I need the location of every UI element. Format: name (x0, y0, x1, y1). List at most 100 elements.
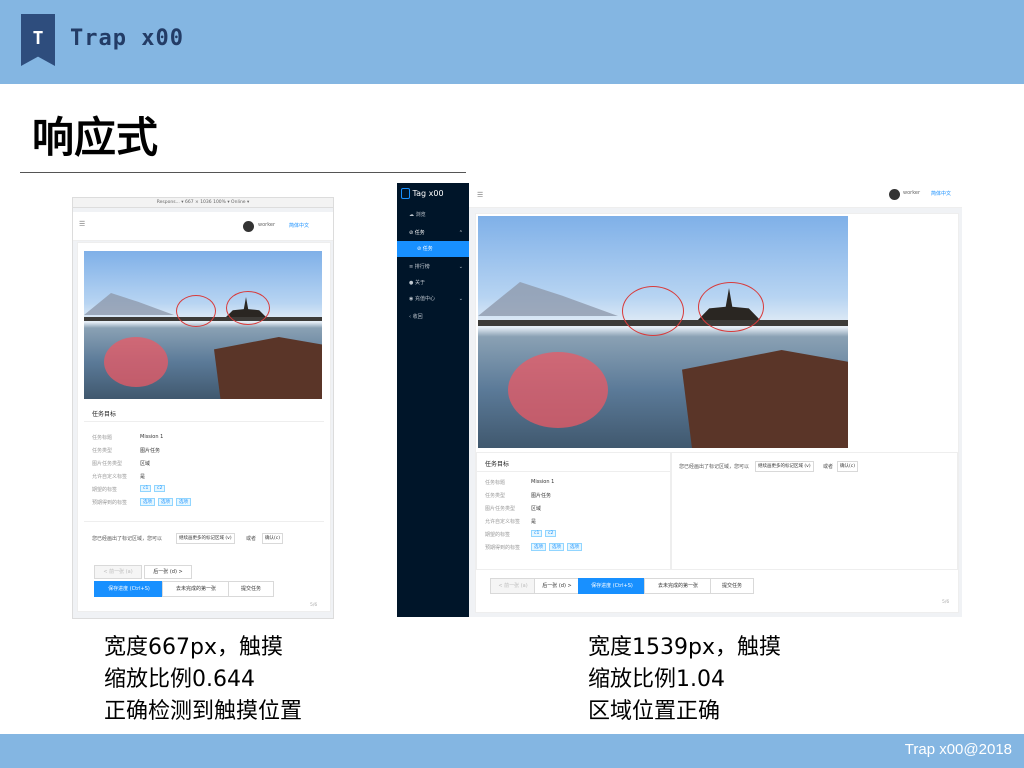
field-value: 区域 (531, 506, 542, 512)
save-progress-button[interactable]: 保存进度 (Ctrl+S) (578, 578, 646, 594)
drawn-outline[interactable] (176, 295, 216, 327)
drawn-outline[interactable] (698, 282, 764, 332)
prev-image-button[interactable]: < 前一张 (a) (94, 565, 142, 579)
app-name: Tag x00 (412, 189, 444, 198)
field-label: 任务标题 (485, 480, 506, 486)
task-image[interactable] (478, 216, 848, 448)
footer-band (0, 734, 1024, 768)
confirm-button[interactable]: 确认(c) (262, 533, 283, 544)
divider (84, 421, 324, 422)
sidebar-item-ranking[interactable]: ≡ 排行榜 ⌄ (397, 259, 469, 275)
submit-task-button[interactable]: 提交任务 (228, 581, 274, 597)
brand-name: Trap x00 (70, 26, 184, 51)
sidebar-item-recharge[interactable]: ◉ 充值中心 ⌄ (397, 291, 469, 307)
field-label: 图片任务类型 (92, 461, 123, 467)
label-tag: 选项 (531, 543, 546, 551)
save-progress-button[interactable]: 保存进度 (Ctrl+S) (94, 581, 164, 597)
desktop-screenshot: Tag x00 ☁ 浏览 ⊘ 任务 ⌃ ⊘ 任务 ≡ 排行榜 ⌄ ● 关于 ◉ 充值… (397, 183, 962, 617)
sidebar-collapse[interactable]: ‹ 收回 (397, 309, 469, 325)
divider (477, 471, 671, 472)
caption-line: 宽度1539px，触摸 (588, 635, 781, 660)
field-value: 是 (531, 519, 537, 525)
field-label: 期望的标签 (485, 532, 511, 538)
divider (84, 521, 324, 522)
logo-icon (401, 188, 410, 199)
hint-panel: 您已经画出了标记区域，您可以 继续画更多的标记区域 (v) 或者 确认(c) (670, 452, 958, 570)
title-divider (20, 172, 466, 173)
language-select[interactable]: 简体中文 (931, 190, 951, 197)
logo-letter: T (32, 28, 44, 49)
mountain (84, 293, 174, 315)
field-label: 期望的标签 (92, 487, 118, 493)
progress-count: 5/6 (942, 600, 950, 605)
field-value: 是 (140, 474, 146, 480)
goto-unfinished-button[interactable]: 去未完成的第一张 (162, 581, 230, 597)
chevron-down-icon: ⌄ (458, 296, 463, 302)
caption-line: 宽度667px，触摸 (104, 635, 283, 660)
drawn-outline[interactable] (622, 286, 684, 336)
label-tag: 选项 (549, 543, 564, 551)
language-select[interactable]: 简体中文 (289, 222, 309, 229)
sidebar-item-browse[interactable]: ☁ 浏览 (397, 207, 469, 223)
footer-text: Trap x00@2018 (904, 741, 1012, 758)
next-image-button[interactable]: 后一张 (d) > (534, 578, 580, 594)
hint-text: 您已经画出了标记区域，您可以 (679, 464, 750, 470)
hint-text: 您已经画出了标记区域，您可以 (92, 536, 163, 542)
task-card: 任务目标 任务标题 Mission 1 任务类型 图片任务 图片任务类型 区域 … (77, 242, 331, 612)
confirm-button[interactable]: 确认(c) (837, 461, 858, 472)
sidebar-item-about[interactable]: ● 关于 (397, 275, 469, 291)
boat (682, 350, 848, 448)
prev-image-button[interactable]: < 前一张 (a) (490, 578, 536, 594)
user-menu[interactable]: worker (258, 222, 275, 228)
field-value: 图片任务 (531, 493, 552, 499)
section-title: 任务目标 (92, 411, 117, 418)
task-card: 任务目标 任务标题 Mission 1 任务类型 图片任务 图片任务类型 区域 … (475, 213, 959, 613)
label-tag: c2 (154, 485, 166, 492)
app-logo: Tag x00 (401, 188, 444, 199)
submit-task-button[interactable]: 提交任务 (710, 578, 754, 594)
field-value: 区域 (140, 461, 151, 467)
menu-icon[interactable]: ☰ (79, 220, 85, 228)
label-tag: 选项 (140, 498, 155, 506)
cloud-icon: ☁ (409, 212, 416, 218)
label-tag: 选项 (158, 498, 173, 506)
goto-unfinished-button[interactable]: 去未完成的第一张 (644, 578, 712, 594)
field-label: 允许自定义标签 (485, 519, 521, 525)
section-title: 任务目标 (485, 461, 510, 468)
field-label: 预期得到的标签 (92, 500, 128, 506)
mobile-screenshot: Respons... ▾ 667 × 1036 100% ▾ Online ▾ … (72, 197, 334, 619)
app-header: ☰ worker 简体中文 (73, 212, 333, 241)
label-tag: 选项 (567, 543, 582, 551)
drawn-outline[interactable] (226, 291, 270, 325)
next-image-button[interactable]: 后一张 (d) > (144, 565, 192, 579)
field-label: 预期得到的标签 (485, 545, 521, 551)
progress-count: 5/6 (310, 603, 318, 608)
field-label: 图片任务类型 (485, 506, 516, 512)
user-menu[interactable]: worker (903, 190, 920, 196)
chevron-up-icon: ⌃ (458, 230, 463, 236)
continue-draw-button[interactable]: 继续画更多的标记区域 (v) (755, 461, 814, 472)
marked-region[interactable] (508, 352, 608, 428)
avatar[interactable] (243, 221, 254, 232)
menu-icon[interactable]: ☰ (477, 191, 483, 199)
marked-region[interactable] (104, 337, 168, 387)
field-value: Mission 1 (531, 479, 555, 485)
avatar[interactable] (889, 189, 900, 200)
continue-draw-button[interactable]: 继续画更多的标记区域 (v) (176, 533, 235, 544)
caption-line: 区域位置正确 (588, 699, 721, 724)
label-tag: c2 (545, 530, 557, 537)
sidebar: Tag x00 ☁ 浏览 ⊘ 任务 ⌃ ⊘ 任务 ≡ 排行榜 ⌄ ● 关于 ◉ 充值… (397, 183, 469, 617)
right-caption: 宽度1539px，触摸 缩放比例1.04 区域位置正确 (588, 632, 781, 728)
left-caption: 宽度667px，触摸 缩放比例0.644 正确检测到触摸位置 (104, 632, 302, 728)
field-value: 图片任务 (140, 448, 161, 454)
field-value: Mission 1 (140, 434, 164, 440)
task-image[interactable] (84, 251, 322, 399)
info-panel: 任务目标 任务标题 Mission 1 任务类型 图片任务 图片任务类型 区域 … (476, 452, 672, 570)
sidebar-item-tasks[interactable]: ⊘ 任务 ⌃ (397, 225, 469, 241)
boat (214, 337, 322, 399)
caption-line: 缩放比例0.644 (104, 667, 255, 692)
label-tag: 选项 (176, 498, 191, 506)
field-label: 任务类型 (92, 448, 113, 454)
sidebar-subitem-task[interactable]: ⊘ 任务 (397, 241, 469, 257)
label-tag: c1 (531, 530, 543, 537)
